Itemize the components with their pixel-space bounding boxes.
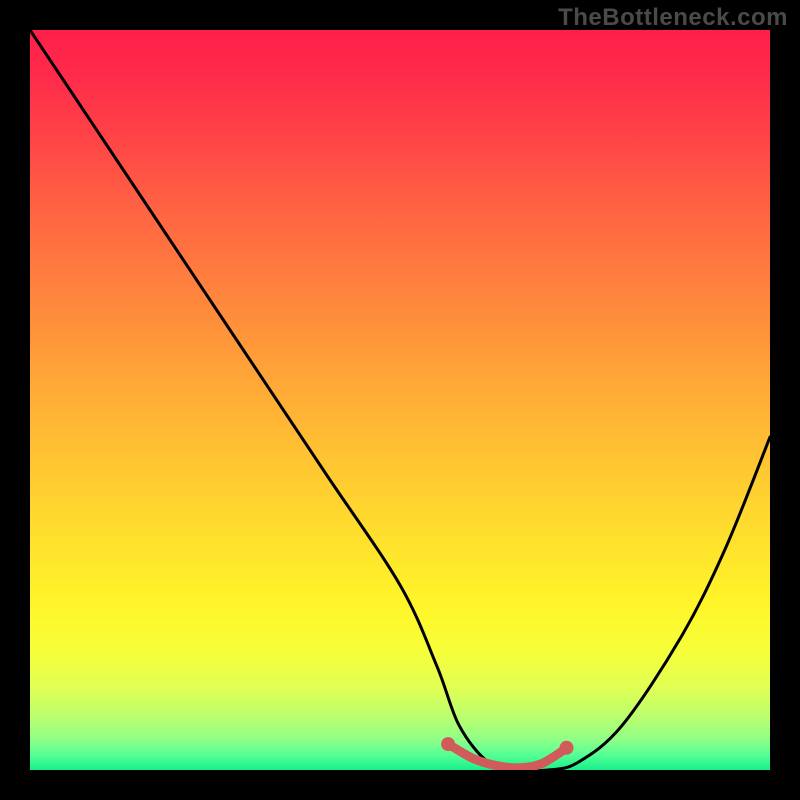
curve-layer	[30, 30, 770, 770]
bottleneck-curve	[30, 30, 770, 770]
plot-area	[30, 30, 770, 770]
watermark-text: TheBottleneck.com	[558, 4, 788, 32]
flat-region-start-marker	[441, 737, 455, 751]
chart-frame: TheBottleneck.com	[0, 0, 800, 800]
optimal-range-highlight	[452, 746, 563, 767]
flat-region-end-marker	[560, 741, 574, 755]
